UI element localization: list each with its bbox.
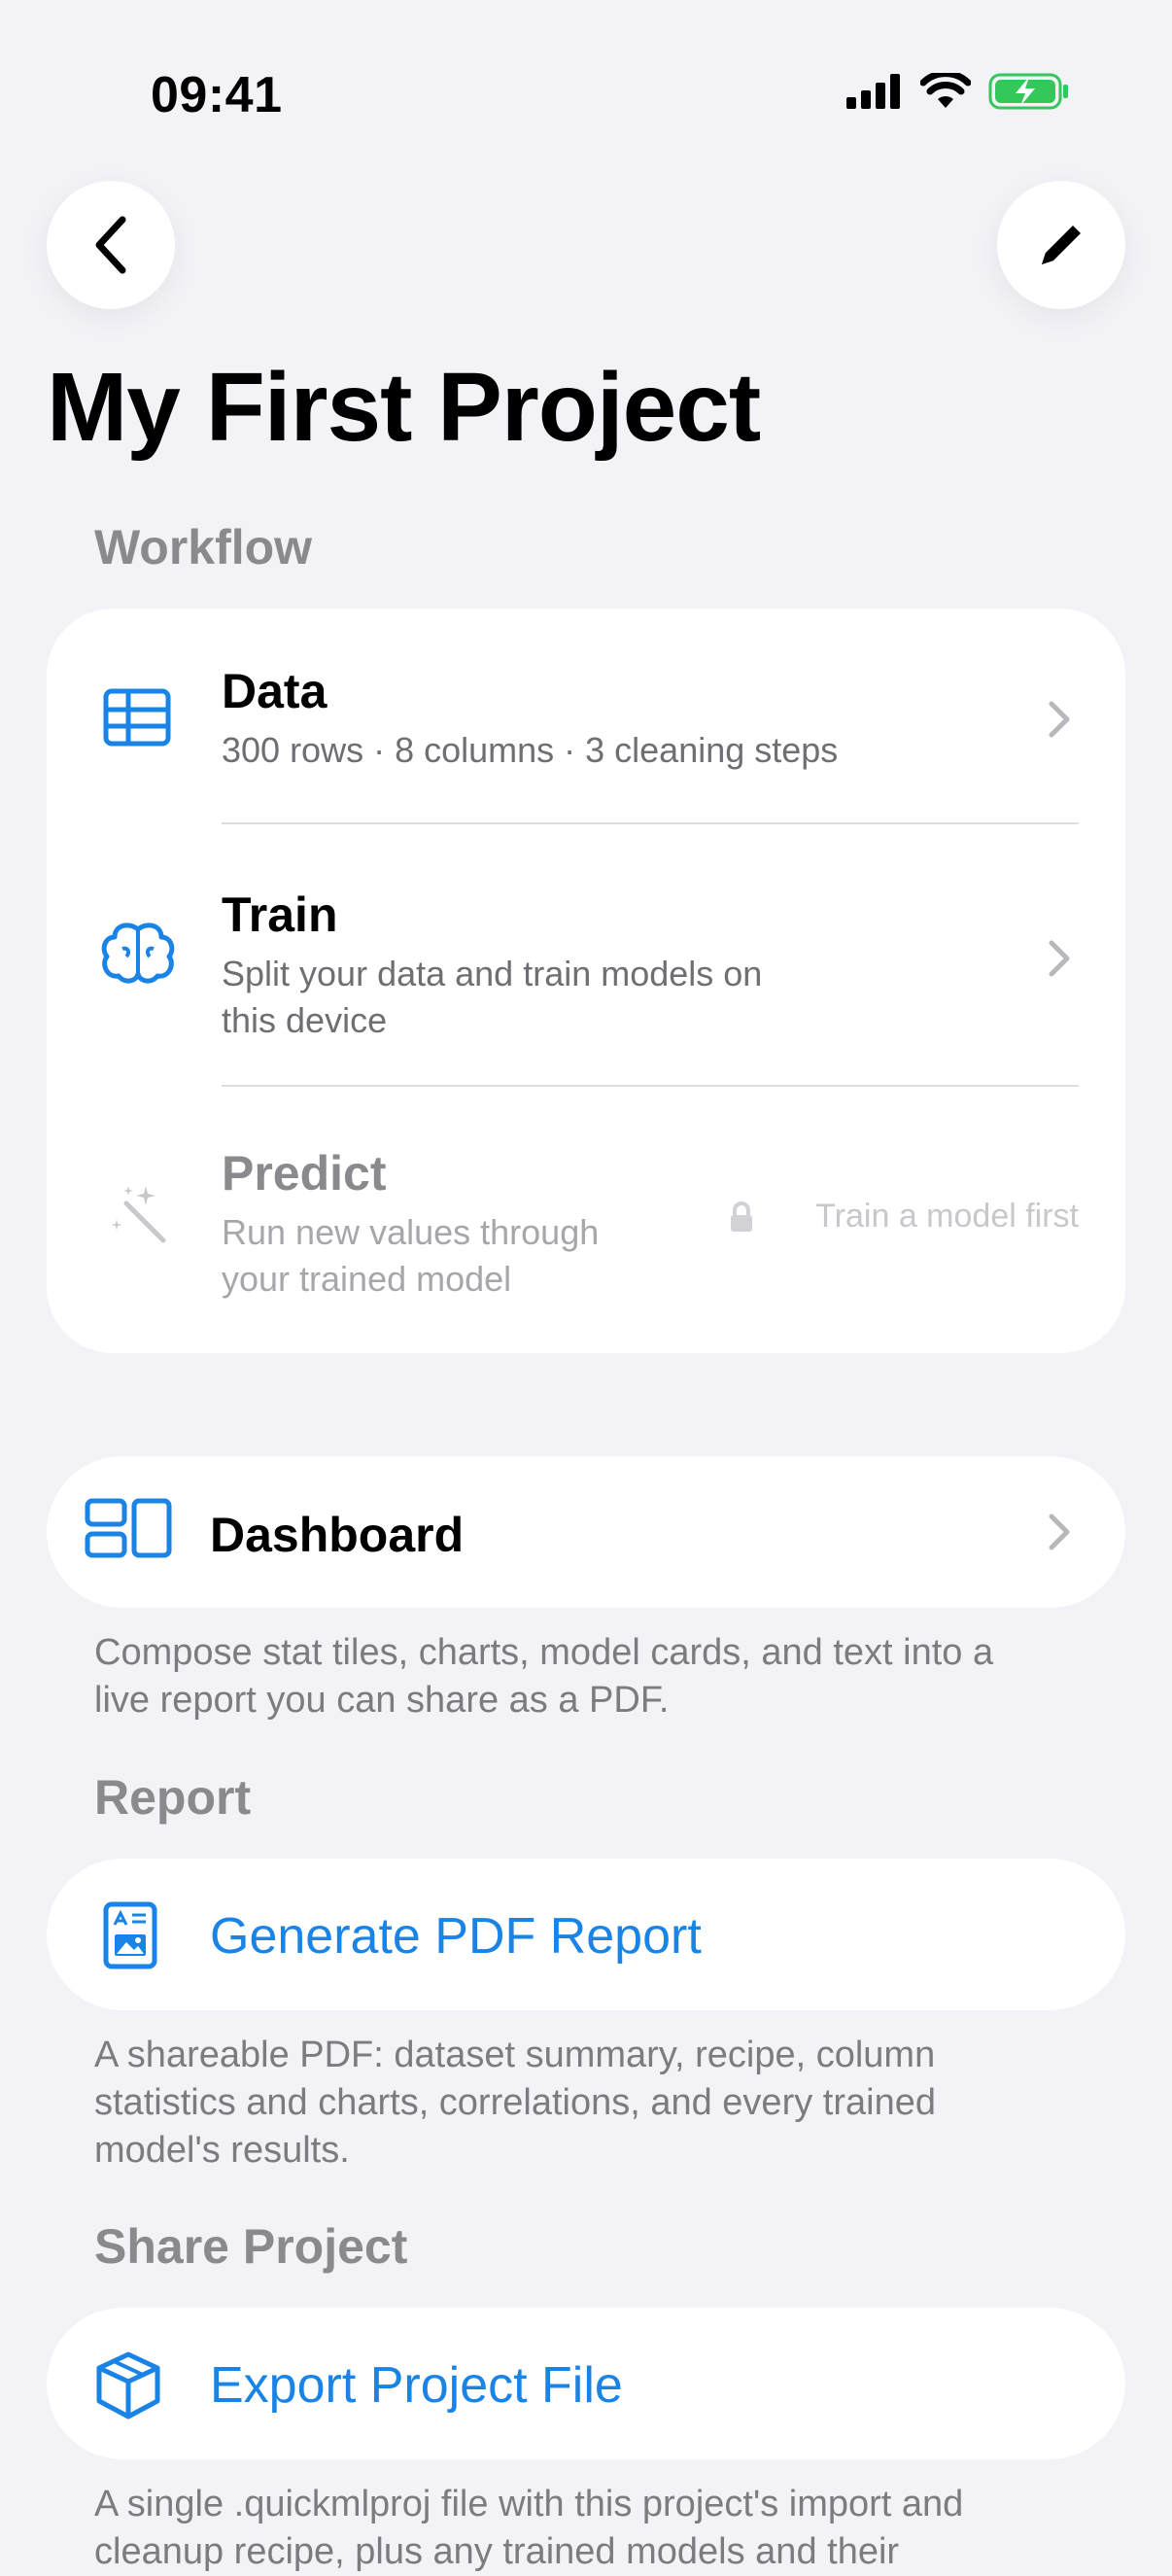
train-row-subtitle-line2: this device: [222, 1000, 388, 1040]
report-footnote-line2: statistics and charts, correlations, and…: [94, 2082, 936, 2123]
dashboard-footnote-line1: Compose stat tiles, charts, model cards,…: [94, 1632, 994, 1673]
status-time: 09:41: [151, 67, 283, 123]
report-footnote-line1: A shareable PDF: dataset summary, recipe…: [94, 2035, 936, 2075]
cellular-signal-icon: [846, 74, 900, 109]
chevron-right-icon: [1049, 1514, 1070, 1550]
workflow-card: Data 300 rows · 8 columns · 3 cleaning s…: [47, 609, 1125, 1353]
brain-icon: [101, 922, 175, 984]
dashboard-footnote-line2: live report you can share as a PDF.: [94, 1680, 670, 1721]
cube-icon: [96, 2351, 160, 2419]
predict-locked-hint: Train a model first: [815, 1198, 1079, 1235]
magic-wand-icon: [111, 1186, 166, 1243]
chevron-right-icon: [1049, 701, 1070, 738]
back-chevron-icon: [95, 216, 126, 274]
page-title: My First Project: [47, 353, 761, 462]
report-footnote-line3: model's results.: [94, 2130, 350, 2171]
workflow-row-predict: Predict Run new values through your trai…: [47, 1087, 1125, 1353]
dashboard-button[interactable]: Dashboard: [47, 1456, 1125, 1608]
train-row-subtitle-line1: Split your data and train models on: [222, 954, 763, 993]
predict-row-subtitle-line1: Run new values through: [222, 1212, 600, 1252]
section-header-workflow: Workflow: [94, 520, 313, 574]
workflow-row-data[interactable]: Data 300 rows · 8 columns · 3 cleaning s…: [47, 609, 1125, 822]
share-footnote-line2: cleanup recipe, plus any trained models …: [94, 2531, 900, 2572]
export-project-label: Export Project File: [210, 2357, 623, 2414]
section-header-report: Report: [94, 1770, 252, 1825]
data-row-subtitle: 300 rows · 8 columns · 3 cleaning steps: [222, 730, 839, 770]
dashboard-label: Dashboard: [210, 1508, 465, 1562]
generate-pdf-label: Generate PDF Report: [210, 1908, 702, 1965]
battery-charging-icon: [988, 73, 1068, 110]
predict-row-subtitle-line2: your trained model: [222, 1259, 512, 1299]
dashboard-icon: [85, 1498, 172, 1558]
table-icon: [103, 688, 171, 747]
export-project-button[interactable]: Export Project File: [47, 2308, 1125, 2459]
data-row-title: Data: [222, 664, 327, 718]
section-header-share: Share Project: [94, 2219, 408, 2274]
pencil-icon: [1042, 226, 1081, 264]
predict-row-title: Predict: [222, 1146, 387, 1201]
generate-pdf-button[interactable]: Generate PDF Report: [47, 1859, 1125, 2010]
status-icons: [846, 72, 1070, 111]
train-row-title: Train: [222, 888, 338, 942]
share-footnote-line1: A single .quickmlproj file with this pro…: [94, 2484, 964, 2524]
lock-icon: [731, 1201, 752, 1232]
edit-button[interactable]: [997, 181, 1125, 309]
wifi-icon: [920, 73, 971, 108]
workflow-row-train[interactable]: Train Split your data and train models o…: [47, 824, 1125, 1083]
document-image-icon: [103, 1901, 157, 1969]
chevron-right-icon: [1049, 940, 1070, 977]
back-button[interactable]: [47, 181, 175, 309]
